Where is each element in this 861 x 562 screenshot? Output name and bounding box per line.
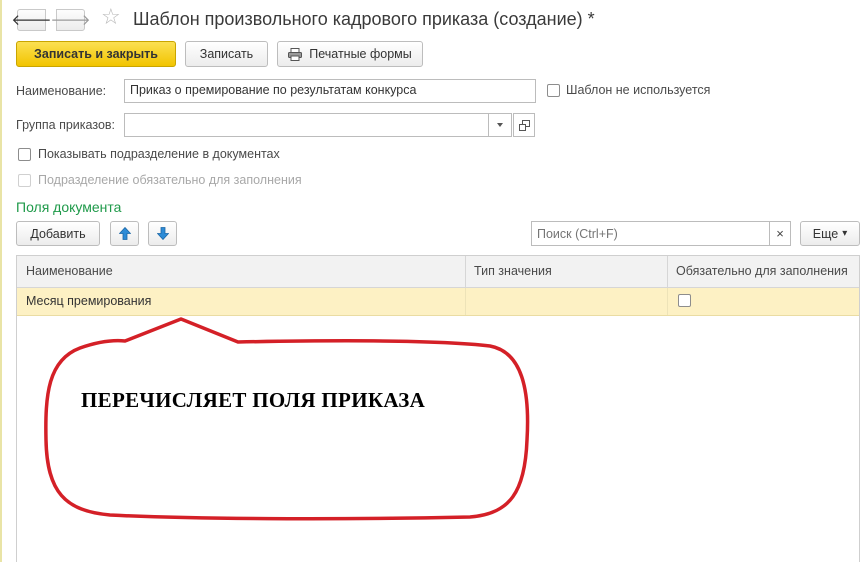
callout-outline	[44, 317, 530, 521]
annotation-text: ПЕРЕЧИСЛЯЕТ ПОЛЯ ПРИКАЗА	[81, 388, 426, 412]
annotation-callout	[44, 317, 530, 521]
